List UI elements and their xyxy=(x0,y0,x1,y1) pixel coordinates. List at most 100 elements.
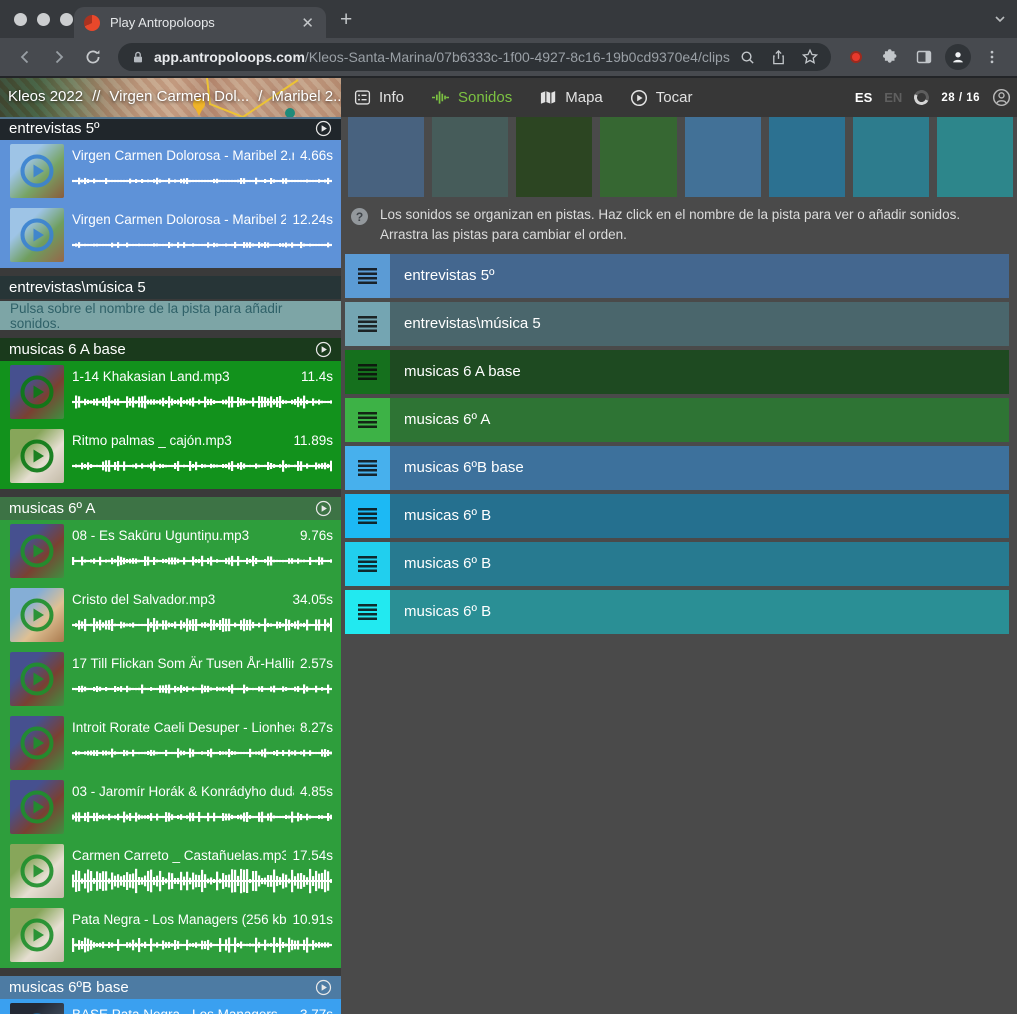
nav-tab-info[interactable]: Info xyxy=(354,89,404,106)
track-drag-handle[interactable] xyxy=(345,254,390,298)
clip-item[interactable]: Pata Negra - Los Managers (256 kbps).mp3… xyxy=(0,904,341,968)
clip-play-overlay-icon[interactable] xyxy=(18,788,56,831)
url-path: /Kleos-Santa-Marina/07b6333c-1f00-4927-8… xyxy=(305,49,730,65)
nav-label: Mapa xyxy=(565,89,603,106)
clip-thumbnail xyxy=(10,144,64,198)
track-drag-handle[interactable] xyxy=(345,350,390,394)
track-drag-handle[interactable] xyxy=(345,446,390,490)
track-section: musicas 6º A08 - Es Sakūru Uguntiņu.mp39… xyxy=(0,497,341,968)
clip-item[interactable]: Carmen Carreto _ Castañuelas.mp317.54s xyxy=(0,840,341,904)
breadcrumb[interactable]: Kleos 2022 // Virgen Carmen Dol... / Mar… xyxy=(8,88,341,105)
clip-play-overlay-icon[interactable] xyxy=(18,596,56,639)
track-section-header[interactable]: musicas 6ºB base xyxy=(0,976,341,999)
clip-play-overlay-icon[interactable] xyxy=(18,216,56,259)
clip-play-overlay-icon[interactable] xyxy=(18,152,56,195)
track-section-header[interactable]: entrevistas 5º xyxy=(0,117,341,140)
clip-waveform xyxy=(72,453,333,479)
track-drag-handle[interactable] xyxy=(345,494,390,538)
clip-waveform xyxy=(72,548,333,574)
nav-tab-sonidos[interactable]: Sonidos xyxy=(431,89,512,106)
track-color-tile[interactable] xyxy=(685,117,761,197)
clip-play-overlay-icon[interactable] xyxy=(18,437,56,480)
clip-play-overlay-icon[interactable] xyxy=(18,373,56,416)
track-name-button[interactable]: musicas 6º B xyxy=(390,590,1009,634)
address-bar[interactable]: app.antropoloops.com/Kleos-Santa-Marina/… xyxy=(118,43,831,71)
clip-item[interactable]: 17 Till Flickan Som Är Tusen År-Halling … xyxy=(0,648,341,712)
clip-play-overlay-icon[interactable] xyxy=(18,852,56,895)
bookmark-star-icon[interactable] xyxy=(801,48,819,66)
track-name-button[interactable]: musicas 6º A xyxy=(390,398,1009,442)
track-section-header[interactable]: musicas 6º A xyxy=(0,497,341,520)
window-close-button[interactable] xyxy=(14,13,27,26)
track-section-header[interactable]: entrevistas\música 5 xyxy=(0,276,341,299)
clip-item[interactable]: Virgen Carmen Dolorosa - Maribel 2.mp34.… xyxy=(0,140,341,204)
track-name-button[interactable]: entrevistas 5º xyxy=(390,254,1009,298)
clip-item[interactable]: 08 - Es Sakūru Uguntiņu.mp39.76s xyxy=(0,520,341,584)
back-button[interactable] xyxy=(8,43,42,71)
track-color-tile[interactable] xyxy=(769,117,845,197)
breadcrumb-middle[interactable]: Virgen Carmen Dol... xyxy=(109,88,249,105)
nav-tab-mapa[interactable]: Mapa xyxy=(539,89,603,106)
track-drag-handle[interactable] xyxy=(345,398,390,442)
window-minimize-button[interactable] xyxy=(37,13,50,26)
clip-item[interactable]: Cristo del Salvador.mp334.05s xyxy=(0,584,341,648)
track-section-name: entrevistas\música 5 xyxy=(9,279,146,296)
track-drag-handle[interactable] xyxy=(345,542,390,586)
track-drag-handle[interactable] xyxy=(345,590,390,634)
track-row: musicas 6º B xyxy=(345,494,1009,538)
track-color-tile[interactable] xyxy=(516,117,592,197)
browser-tab[interactable]: Play Antropoloops ✕ xyxy=(74,7,326,38)
play-track-button[interactable] xyxy=(315,120,332,137)
lang-es-button[interactable]: ES xyxy=(855,90,872,105)
track-color-tile[interactable] xyxy=(348,117,424,197)
clip-play-overlay-icon[interactable] xyxy=(18,724,56,767)
clip-item[interactable]: Virgen Carmen Dolorosa - Maribel 2.mp312… xyxy=(0,204,341,268)
nav-label: Tocar xyxy=(656,89,693,106)
browser-menu-icon[interactable] xyxy=(975,43,1009,71)
track-name: entrevistas 5º xyxy=(404,267,495,284)
track-color-tile[interactable] xyxy=(600,117,676,197)
tab-close-icon[interactable]: ✕ xyxy=(299,14,316,32)
play-track-button[interactable] xyxy=(315,979,332,996)
clip-item[interactable]: 1-14 Khakasian Land.mp311.4s xyxy=(0,361,341,425)
reload-button[interactable] xyxy=(76,43,110,71)
nav-tab-tocar[interactable]: Tocar xyxy=(630,89,693,107)
profile-avatar[interactable] xyxy=(941,43,975,71)
play-track-button[interactable] xyxy=(315,341,332,358)
forward-button[interactable] xyxy=(42,43,76,71)
play-track-button[interactable] xyxy=(315,500,332,517)
track-name-button[interactable]: entrevistas\música 5 xyxy=(390,302,1009,346)
extensions-puzzle-icon[interactable] xyxy=(873,43,907,71)
side-panel-icon[interactable] xyxy=(907,43,941,71)
tab-search-chevron-icon[interactable] xyxy=(993,12,1007,31)
zoom-search-icon[interactable] xyxy=(739,49,756,66)
track-drag-handle[interactable] xyxy=(345,302,390,346)
breadcrumb-project[interactable]: Kleos 2022 xyxy=(8,88,83,105)
track-name-button[interactable]: musicas 6º B xyxy=(390,542,1009,586)
track-name-button[interactable]: musicas 6º B xyxy=(390,494,1009,538)
track-color-tile[interactable] xyxy=(432,117,508,197)
window-zoom-button[interactable] xyxy=(60,13,73,26)
clip-waveform xyxy=(72,232,333,258)
clip-play-overlay-icon[interactable] xyxy=(18,660,56,703)
track-color-tile[interactable] xyxy=(853,117,929,197)
clip-item[interactable]: BASE Pata Negra - Los Managers3.77s xyxy=(0,999,341,1014)
track-color-tile[interactable] xyxy=(937,117,1013,197)
drag-handle-icon xyxy=(358,508,377,524)
clip-play-overlay-icon[interactable] xyxy=(18,916,56,959)
new-tab-button[interactable]: + xyxy=(340,8,352,32)
clip-title-row: Cristo del Salvador.mp334.05s xyxy=(72,592,333,607)
account-icon[interactable] xyxy=(992,88,1011,107)
clip-play-overlay-icon[interactable] xyxy=(18,532,56,575)
track-row: musicas 6º B xyxy=(345,542,1009,586)
track-name-button[interactable]: musicas 6 A base xyxy=(390,350,1009,394)
record-extension-icon[interactable] xyxy=(839,43,873,71)
track-name-button[interactable]: musicas 6ºB base xyxy=(390,446,1009,490)
clip-item[interactable]: Introit Rorate Caeli Desuper - Lionheart… xyxy=(0,712,341,776)
share-icon[interactable] xyxy=(770,49,787,66)
clip-item[interactable]: 03 - Jaromír Horák & Konrádyho dudácká .… xyxy=(0,776,341,840)
clip-item[interactable]: Ritmo palmas _ cajón.mp311.89s xyxy=(0,425,341,489)
track-section-header[interactable]: musicas 6 A base xyxy=(0,338,341,361)
clip-thumbnail xyxy=(10,652,64,706)
lang-en-button[interactable]: EN xyxy=(884,90,902,105)
